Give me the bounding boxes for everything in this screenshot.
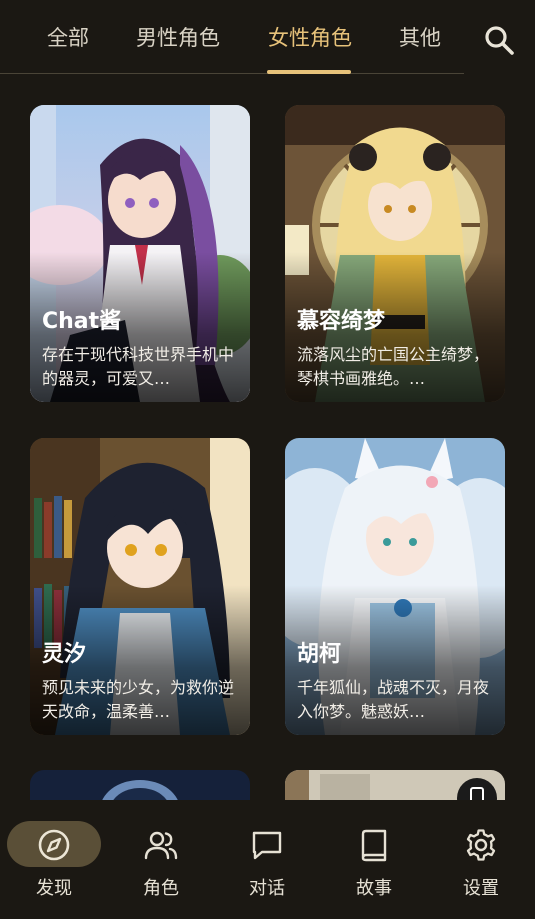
character-card[interactable]: 灵汐 预见未来的少女，为救你逆天改命，温柔善… — [30, 438, 250, 735]
character-description: 预见未来的少女，为救你逆天改命，温柔善… — [42, 678, 235, 721]
nav-label: 设置 — [463, 878, 499, 899]
character-description: 存在于现代科技世界手机中的器灵，可爱又… — [42, 345, 235, 388]
compass-icon — [38, 829, 70, 861]
search-button[interactable] — [483, 24, 515, 56]
tab-female-characters[interactable]: 女性角色 — [268, 22, 352, 54]
nav-label: 发现 — [36, 878, 72, 899]
character-card[interactable] — [285, 770, 505, 800]
character-portrait — [30, 770, 250, 800]
search-icon — [485, 26, 514, 55]
character-name: 胡柯 — [297, 642, 342, 667]
nav-label: 故事 — [356, 878, 392, 899]
tab-divider — [0, 73, 464, 74]
tab-all[interactable]: 全部 — [47, 22, 89, 54]
character-description: 千年狐仙，战魂不灭，月夜入你梦。魅惑妖… — [297, 678, 490, 721]
bottom-navigation: 发现 角色 对话 故事 设置 — [0, 800, 535, 919]
character-portrait — [285, 770, 505, 800]
users-icon — [144, 831, 178, 860]
nav-label: 角色 — [143, 878, 179, 899]
character-name: Chat酱 — [42, 309, 122, 334]
nav-discover[interactable]: 发现 — [6, 820, 102, 910]
nav-label: 对话 — [249, 878, 285, 899]
nav-characters[interactable]: 角色 — [113, 820, 209, 910]
character-description: 流落风尘的亡国公主绮梦，琴棋书画雅绝。… — [297, 345, 490, 388]
character-card[interactable] — [30, 770, 250, 800]
chat-bubble-icon — [252, 831, 282, 860]
character-card[interactable]: 慕容绮梦 流落风尘的亡国公主绮梦，琴棋书画雅绝。… — [285, 105, 505, 402]
character-card[interactable]: Chat酱 存在于现代科技世界手机中的器灵，可爱又… — [30, 105, 250, 402]
book-icon — [361, 829, 387, 862]
active-tab-indicator — [267, 70, 351, 74]
gear-icon — [466, 829, 496, 861]
character-card[interactable]: 胡柯 千年狐仙，战魂不灭，月夜入你梦。魅惑妖… — [285, 438, 505, 735]
tab-male-characters[interactable]: 男性角色 — [136, 22, 220, 54]
nav-chat[interactable]: 对话 — [219, 820, 315, 910]
character-name: 灵汐 — [42, 642, 87, 667]
nav-stories[interactable]: 故事 — [326, 820, 422, 910]
category-tabs: 全部 男性角色 女性角色 其他 — [0, 0, 535, 75]
nav-settings[interactable]: 设置 — [433, 820, 529, 910]
character-name: 慕容绮梦 — [297, 309, 386, 334]
tab-other[interactable]: 其他 — [399, 22, 441, 54]
